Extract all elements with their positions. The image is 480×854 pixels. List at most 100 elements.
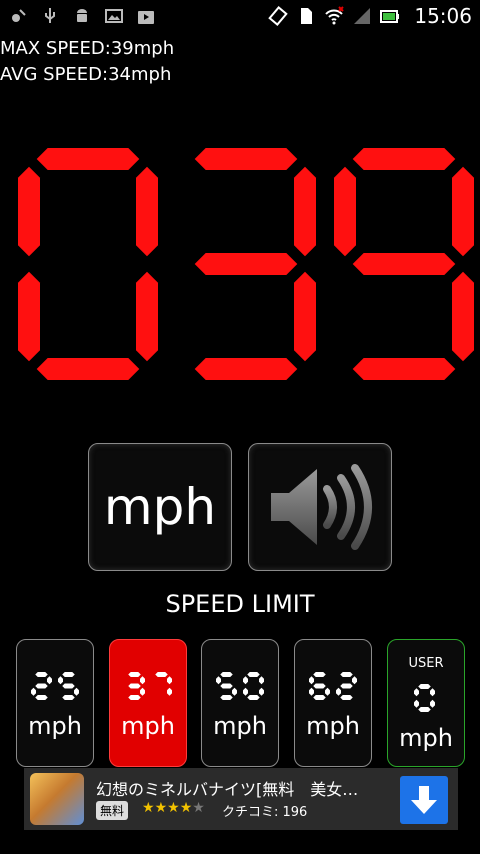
limit-preset-button[interactable]: mph bbox=[109, 639, 187, 767]
segment-d bbox=[194, 358, 298, 380]
segment-e bbox=[18, 271, 40, 362]
segment-g bbox=[220, 683, 233, 689]
digit-0 bbox=[414, 684, 435, 712]
segment-b bbox=[140, 676, 145, 685]
segment-e bbox=[243, 687, 248, 696]
segment-a bbox=[418, 684, 431, 689]
segment-c bbox=[430, 699, 435, 708]
limit-unit-label: mph bbox=[213, 712, 267, 740]
star-icon: ★ bbox=[179, 800, 193, 816]
segment-d bbox=[128, 695, 141, 700]
limit-value-digits bbox=[309, 672, 357, 700]
segment-g bbox=[340, 683, 353, 689]
unit-toggle-button[interactable]: mph bbox=[88, 443, 232, 571]
segment-d bbox=[36, 358, 140, 380]
satellite-icon bbox=[12, 9, 26, 22]
segment-a bbox=[35, 672, 48, 677]
segment-f bbox=[334, 166, 356, 257]
star-icon: ★ bbox=[192, 800, 205, 816]
wifi-icon bbox=[325, 6, 345, 25]
limit-unit-label: mph bbox=[121, 712, 175, 740]
segment-g bbox=[194, 253, 298, 275]
segment-a bbox=[340, 672, 353, 677]
ad-title: 幻想のミネルバナイツ[無料 美女… bbox=[96, 780, 359, 799]
digit-5 bbox=[216, 672, 237, 700]
segment-b bbox=[430, 688, 435, 697]
segment-c bbox=[136, 271, 158, 362]
image-icon bbox=[105, 9, 123, 23]
segment-e bbox=[414, 699, 419, 708]
ad-banner[interactable]: 幻想のミネルバナイツ[無料 美女… 無料 ★★★★★ クチコミ: 196 bbox=[24, 768, 458, 830]
status-bar: 15:06 bbox=[0, 0, 480, 34]
segment-b bbox=[259, 676, 264, 685]
segment-g bbox=[62, 683, 75, 689]
segment-a bbox=[36, 148, 140, 170]
segment-a bbox=[62, 672, 75, 677]
digit-3 bbox=[128, 672, 145, 700]
android-icon bbox=[77, 9, 87, 22]
segment-c bbox=[259, 687, 264, 696]
segment-f bbox=[243, 676, 248, 685]
user-limit-digits bbox=[414, 684, 435, 712]
segment-d bbox=[340, 695, 353, 700]
segment-f bbox=[216, 676, 221, 685]
ad-app-thumbnail bbox=[30, 773, 84, 825]
segment-b bbox=[47, 676, 52, 685]
segment-e bbox=[309, 687, 314, 696]
user-limit-button[interactable]: USER mph bbox=[387, 639, 465, 767]
signal-icon bbox=[354, 8, 371, 24]
trip-stats: MAX SPEED:39mph AVG SPEED:34mph bbox=[0, 36, 174, 88]
limit-value-digits bbox=[31, 672, 79, 700]
segment-d bbox=[62, 695, 75, 700]
segment-c bbox=[325, 687, 330, 696]
segment-c bbox=[74, 687, 79, 696]
clock: 15:06 bbox=[414, 4, 472, 28]
limit-preset-button[interactable]: mph bbox=[294, 639, 372, 767]
segment-d bbox=[247, 695, 260, 700]
segment-g bbox=[313, 683, 326, 689]
segment-b bbox=[167, 676, 172, 685]
segment-c bbox=[294, 271, 316, 362]
digit-2 bbox=[336, 672, 357, 700]
user-limit-label: USER bbox=[408, 656, 444, 671]
usb-icon bbox=[45, 8, 55, 23]
speed-limit-heading: SPEED LIMIT bbox=[165, 590, 315, 618]
limit-value-digits bbox=[128, 672, 172, 700]
battery-icon bbox=[380, 10, 400, 23]
segment-b bbox=[452, 166, 474, 257]
limit-preset-button[interactable]: mph bbox=[16, 639, 94, 767]
sim-icon bbox=[301, 8, 313, 24]
segment-g bbox=[35, 683, 48, 689]
digit-0 bbox=[243, 672, 264, 700]
avg-speed-text: AVG SPEED:34mph bbox=[0, 64, 172, 85]
segment-f bbox=[58, 676, 63, 685]
segment-f bbox=[414, 688, 419, 697]
segment-b bbox=[136, 166, 158, 257]
segment-f bbox=[18, 166, 40, 257]
segment-d bbox=[313, 695, 326, 700]
segment-d bbox=[220, 695, 233, 700]
segment-a bbox=[128, 672, 141, 677]
segment-f bbox=[309, 676, 314, 685]
speed-readout bbox=[18, 148, 474, 380]
speaker-icon bbox=[271, 464, 372, 550]
segment-a bbox=[352, 148, 456, 170]
ad-rating-stars: ★★★★★ bbox=[142, 800, 205, 816]
download-icon bbox=[411, 786, 437, 814]
digit-5 bbox=[58, 672, 79, 700]
segment-a bbox=[194, 148, 298, 170]
segment-b bbox=[294, 166, 316, 257]
user-limit-unit: mph bbox=[399, 724, 453, 752]
digit-9 bbox=[334, 148, 474, 380]
star-icon: ★ bbox=[142, 800, 155, 816]
rotate-icon bbox=[268, 6, 289, 26]
segment-a bbox=[155, 672, 168, 677]
unit-button-label: mph bbox=[103, 478, 217, 536]
digit-2 bbox=[31, 672, 52, 700]
download-button[interactable] bbox=[400, 776, 448, 824]
digit-3 bbox=[194, 148, 316, 380]
sound-toggle-button[interactable] bbox=[248, 443, 392, 571]
star-icon: ★ bbox=[154, 800, 168, 816]
limit-preset-button[interactable]: mph bbox=[201, 639, 279, 767]
limit-unit-label: mph bbox=[28, 712, 82, 740]
